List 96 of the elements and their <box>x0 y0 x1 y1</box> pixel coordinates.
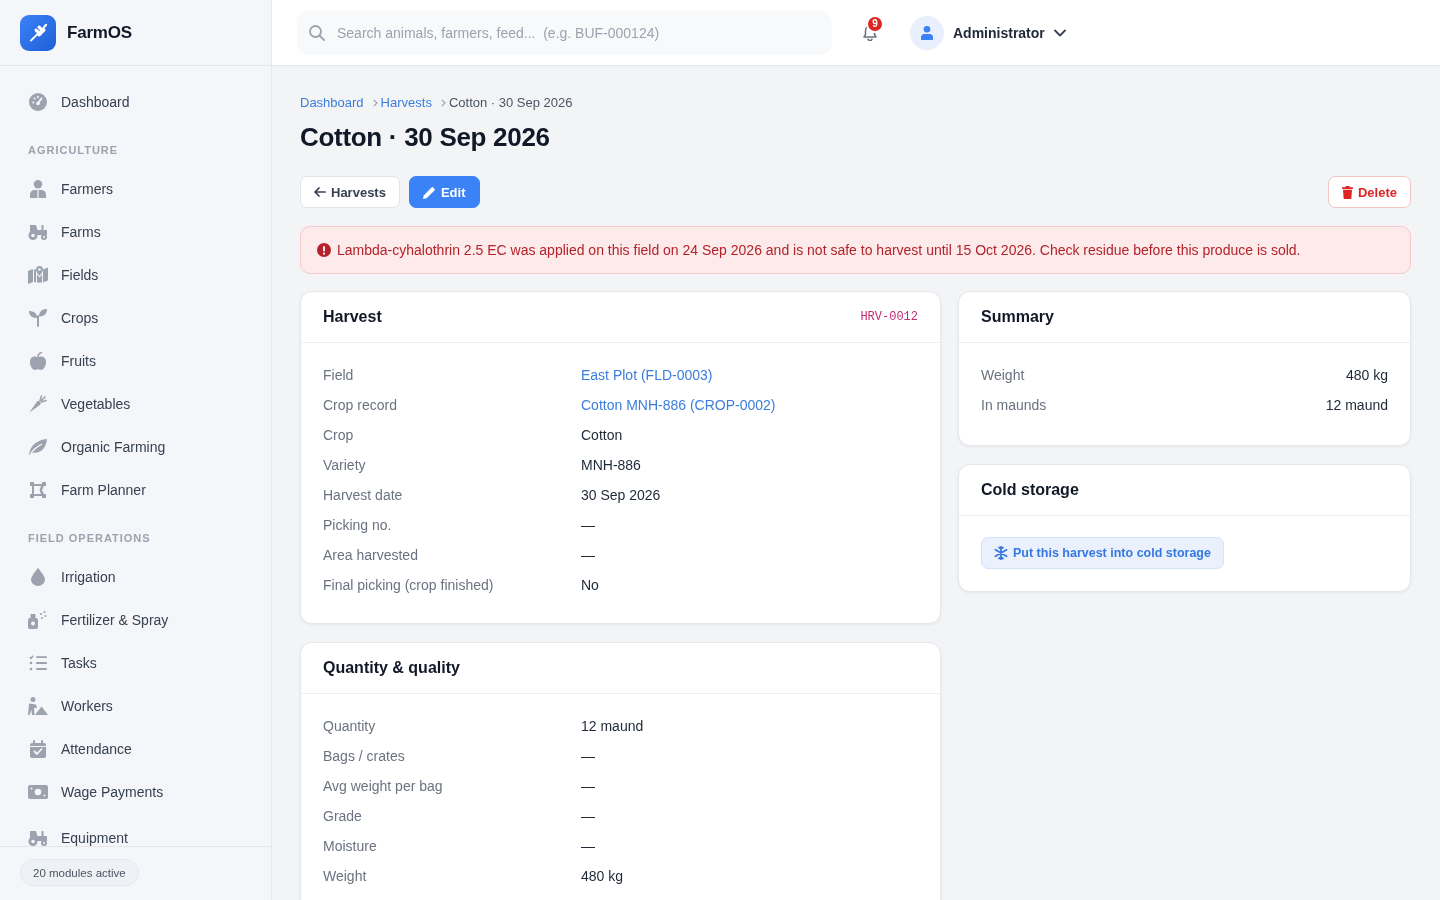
cold-storage-button[interactable]: Put this harvest into cold storage <box>981 537 1224 569</box>
summary-value: 12 maund <box>1325 396 1388 415</box>
field-value: — <box>581 777 595 796</box>
field-label: Moisture <box>323 837 377 856</box>
field-label: Crop record <box>323 396 397 415</box>
record-link[interactable]: Cotton MNH-886 (CROP-0002) <box>581 390 776 420</box>
card-title: Summary <box>981 308 1054 326</box>
card-title: Harvest <box>323 308 382 326</box>
section-title: FIELD OPERATIONS <box>28 531 151 545</box>
field-value: 12 maund <box>581 717 644 736</box>
breadcrumb-link[interactable]: Harvests <box>380 94 432 112</box>
wheat-logo-icon <box>20 14 56 51</box>
trash-icon <box>1341 185 1353 199</box>
nav-item[interactable]: Vegetables <box>12 382 259 425</box>
field-label: Harvest date <box>323 486 403 505</box>
summary-label: In maunds <box>981 396 1047 415</box>
breadcrumb-link[interactable]: Dashboard <box>300 94 364 112</box>
field-value: 30 Sep 2026 <box>581 486 661 505</box>
apple-icon <box>29 351 46 370</box>
summary-label: Weight <box>981 366 1025 385</box>
user-menu[interactable]: Administrator <box>910 15 1066 50</box>
field-label: Avg weight per bag <box>323 777 443 796</box>
nav-item[interactable]: Farms <box>12 210 259 253</box>
worker-icon <box>27 696 48 715</box>
field-label: Area harvested <box>323 546 418 565</box>
record-link[interactable]: East Plot (FLD-0003) <box>581 360 713 390</box>
search-icon <box>309 24 325 41</box>
section-title: AGRICULTURE <box>28 143 119 157</box>
nav-item[interactable]: Workers <box>12 684 259 727</box>
spray-bottle-icon <box>28 610 47 629</box>
pencil-icon <box>422 185 436 199</box>
breadcrumb-current: Cotton · 30 Sep 2026 <box>448 94 573 112</box>
nav-item[interactable]: Crops <box>12 296 259 339</box>
field-label: Final picking (crop finished) <box>323 576 494 595</box>
leaf-icon <box>28 438 47 455</box>
card-title: Quantity & quality <box>323 659 460 677</box>
field-label: Variety <box>323 456 366 475</box>
modules-status-chip: 20 modules active <box>20 859 139 886</box>
nav-item[interactable]: Dashboard <box>12 80 259 123</box>
edit-button[interactable]: Edit <box>408 176 480 208</box>
person-icon <box>29 179 46 198</box>
field-label: Grade <box>323 807 362 826</box>
search-field[interactable]: Search animals, farmers, feed... (e.g. BUF-000124) <box>297 10 832 55</box>
field-label: Weight <box>323 867 367 886</box>
delete-button[interactable]: Delete <box>1327 176 1411 208</box>
record-code: HRV-0012 <box>860 310 918 324</box>
avatar-icon <box>910 15 944 50</box>
field-label: Field <box>323 366 354 385</box>
nav-item[interactable]: Attendance <box>12 727 259 770</box>
seedling-icon <box>28 308 47 327</box>
carrot-icon <box>28 394 47 413</box>
alert-message: Lambda-cyhalothrin 2.5 EC was applied on this field on 24 Sep 2026 and is not safe to harvest until 15 Oct 2026. Check residue before this produce is sold. <box>337 241 1301 260</box>
field-value: — <box>581 516 595 535</box>
card-title: Cold storage <box>981 481 1079 499</box>
nav-item[interactable]: Fertilizer & Spray <box>12 598 259 641</box>
snowflake-icon <box>994 546 1008 560</box>
nav-item[interactable]: Farm Planner <box>12 468 259 511</box>
field-value: Cotton <box>581 426 623 445</box>
field-value: MNH-886 <box>581 456 641 475</box>
nav-item[interactable]: Fields <box>12 253 259 296</box>
notification-count: 9 <box>866 14 884 33</box>
nav-item[interactable]: Tasks <box>12 641 259 684</box>
field-value: — <box>581 747 595 766</box>
water-drop-icon <box>30 567 45 586</box>
chevron-right-icon <box>440 99 446 107</box>
chevron-right-icon <box>372 99 378 107</box>
nav-item[interactable]: Wage Payments <box>12 770 259 813</box>
tractor-icon <box>27 223 48 240</box>
tractor-icon <box>27 829 48 846</box>
field-value: 480 kg <box>581 867 624 886</box>
back-button[interactable]: Harvests <box>300 176 400 208</box>
nav-item[interactable]: Farmers <box>12 167 259 210</box>
chevron-down-icon <box>1053 28 1066 37</box>
field-value: No <box>581 576 599 595</box>
frame-icon <box>29 481 46 498</box>
map-pin-icon <box>27 265 48 284</box>
field-value: — <box>581 807 595 826</box>
field-label: Picking no. <box>323 516 392 535</box>
field-label: Quantity <box>323 717 376 736</box>
field-value: — <box>581 837 595 856</box>
exclamation-circle-icon <box>317 243 331 257</box>
brand-name: FarmOS <box>67 22 132 43</box>
nav-item[interactable]: Equipment <box>12 813 259 846</box>
field-value: — <box>581 546 595 565</box>
calendar-check-icon <box>29 739 46 758</box>
page-title: Cotton · 30 Sep 2026 <box>300 121 550 153</box>
summary-value: 480 kg <box>1345 366 1388 385</box>
nav-item[interactable]: Organic Farming <box>12 425 259 468</box>
field-label: Crop <box>323 426 354 445</box>
arrow-left-icon <box>314 187 326 197</box>
checklist-icon <box>28 654 47 671</box>
nav-item[interactable]: Irrigation <box>12 555 259 598</box>
nav-item[interactable]: Fruits <box>12 339 259 382</box>
field-label: Bags / crates <box>323 747 405 766</box>
gauge-icon <box>28 92 47 111</box>
banknote-icon <box>27 784 48 799</box>
